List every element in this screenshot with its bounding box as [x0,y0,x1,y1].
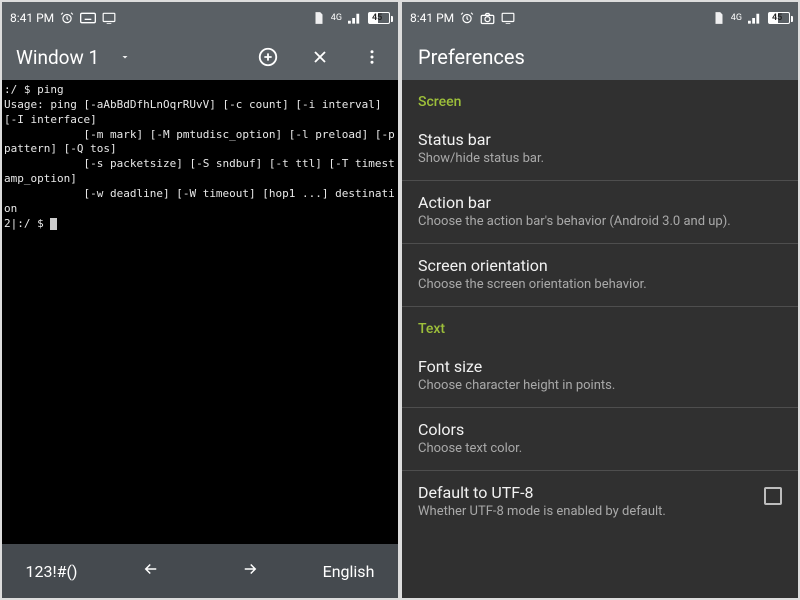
preferences-list[interactable]: Screen Status bar Show/hide status bar. … [402,80,798,598]
pref-screen-orientation[interactable]: Screen orientation Choose the screen ori… [402,244,798,306]
term-line: [-w deadline] [-W timeout] [hop1 ...] de… [4,187,395,215]
status-bar-right: 8:41 PM 4G 45 [402,2,798,34]
network-type: 4G [331,13,342,23]
pref-title: Default to UTF-8 [418,483,752,502]
pref-subtitle: Whether UTF-8 mode is enabled by default… [418,504,752,519]
terminal-screenshot: 8:41 PM 4G 45 Window 1 [0,0,400,600]
pref-subtitle: Show/hide status bar. [418,151,782,166]
sim-icon [313,11,325,25]
signal-icon [748,12,762,24]
terminal-output[interactable]: :/ $ ping Usage: ping [-aAbBdDfhLnOqrRUv… [2,80,398,544]
pref-status-bar[interactable]: Status bar Show/hide status bar. [402,118,798,180]
term-line: 2|:/ $ [4,217,50,230]
screen-icon [501,12,515,24]
pref-font-size[interactable]: Font size Choose character height in poi… [402,345,798,407]
pref-title: Status bar [418,130,782,149]
window-title[interactable]: Window 1 [16,46,99,69]
status-bar-left: 8:41 PM 4G 45 [2,2,398,34]
pref-title: Colors [418,420,782,439]
close-button[interactable] [302,39,338,75]
ime-left-key[interactable] [115,552,187,590]
preferences-screenshot: 8:41 PM 4G 45 Preferences Sc [400,0,800,600]
keyboard-icon [80,12,96,24]
alarm-icon [460,11,474,25]
status-time: 8:41 PM [410,11,454,25]
ime-right-key[interactable] [214,552,286,590]
new-window-button[interactable] [250,39,286,75]
term-line: :/ $ ping [4,83,64,96]
signal-icon [348,12,362,24]
status-time: 8:41 PM [10,11,54,25]
pref-subtitle: Choose character height in points. [418,378,782,393]
sim-icon [713,11,725,25]
cursor-icon [50,218,57,230]
pref-subtitle: Choose the screen orientation behavior. [418,277,782,292]
pref-colors[interactable]: Colors Choose text color. [402,408,798,470]
pref-default-utf8[interactable]: Default to UTF-8 Whether UTF-8 mode is e… [402,471,798,533]
pref-subtitle: Choose the action bar's behavior (Androi… [418,214,782,229]
ime-bar: 123!#() English [2,544,398,598]
terminal-appbar: Window 1 [2,34,398,80]
chevron-down-icon[interactable] [119,48,131,67]
battery-indicator: 45 [768,12,790,24]
term-line: [-s packetsize] [-S sndbuf] [-t ttl] [-T… [4,157,395,185]
section-label-text: Text [402,307,798,345]
network-type: 4G [731,13,742,23]
utf8-checkbox[interactable] [764,487,782,505]
pref-title: Screen orientation [418,256,782,275]
battery-indicator: 45 [368,12,390,24]
term-line: [-m mark] [-M pmtudisc_option] [-l prelo… [4,128,401,156]
pref-action-bar[interactable]: Action bar Choose the action bar's behav… [402,181,798,243]
section-label-screen: Screen [402,80,798,118]
screen-icon [102,12,116,24]
term-line: Usage: ping [-aAbBdDfhLnOqrRUvV] [-c cou… [4,98,388,126]
ime-lang-key[interactable]: English [313,554,385,589]
pref-title: Action bar [418,193,782,212]
camera-icon [480,12,495,25]
pref-subtitle: Choose text color. [418,441,782,456]
preferences-title: Preferences [402,34,798,80]
overflow-menu-button[interactable] [354,39,390,75]
alarm-icon [60,11,74,25]
pref-title: Font size [418,357,782,376]
ime-symbols-key[interactable]: 123!#() [16,554,88,589]
